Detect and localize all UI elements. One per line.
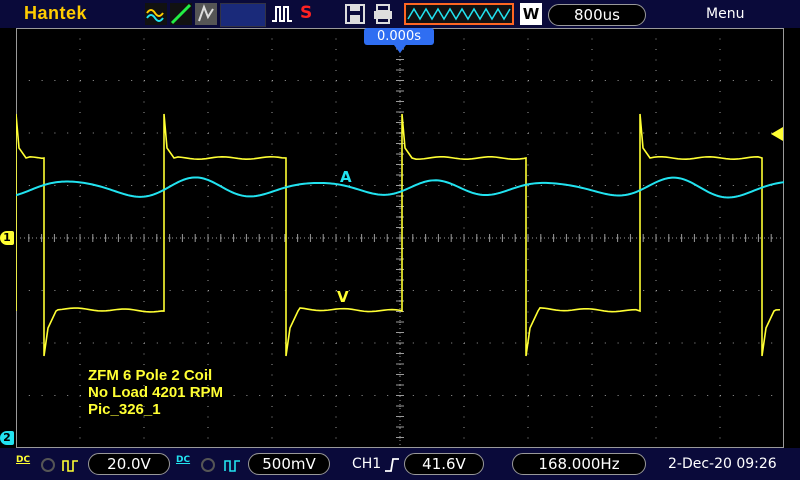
annotation-note: ZFM 6 Pole 2 Coil No Load 4201 RPM Pic_3… bbox=[88, 367, 223, 418]
frequency-readout: 168.000Hz bbox=[512, 453, 646, 475]
trigger-edge-icon[interactable] bbox=[384, 457, 400, 473]
timebase-readout[interactable]: 800us bbox=[548, 4, 646, 26]
top-toolbar: Hantek S W 800us Menu bbox=[0, 0, 800, 28]
trigger-time-readout: 0.000s bbox=[364, 28, 434, 45]
vectors-display-icon[interactable] bbox=[170, 3, 192, 25]
print-icon[interactable] bbox=[372, 3, 394, 25]
run-stop-icon[interactable]: S bbox=[300, 3, 312, 23]
trace-label-current: A bbox=[340, 168, 352, 186]
trigger-level-icon[interactable] bbox=[771, 127, 783, 141]
ch1-scale-readout[interactable]: 20.0V bbox=[88, 453, 170, 475]
ch1-bandwidth-icon[interactable] bbox=[40, 457, 56, 473]
note-line: ZFM 6 Pole 2 Coil bbox=[88, 367, 213, 384]
trigger-pulse-icon[interactable] bbox=[270, 3, 294, 25]
persist-display-icon[interactable] bbox=[195, 3, 217, 25]
trigger-source[interactable]: CH1 bbox=[352, 456, 381, 472]
trigger-level-readout[interactable]: 41.6V bbox=[404, 453, 484, 475]
display-mode-box[interactable] bbox=[220, 3, 266, 27]
ch1-invert-icon[interactable] bbox=[62, 457, 80, 473]
memory-waveform-icon bbox=[407, 7, 511, 21]
ch1-coupling[interactable]: DC bbox=[16, 455, 30, 465]
date-time: 2-Dec-20 09:26 bbox=[668, 456, 777, 472]
ch2-coupling[interactable]: DC bbox=[176, 455, 190, 465]
trace-label-voltage: V bbox=[337, 288, 349, 306]
memory-overview-bar[interactable] bbox=[404, 3, 514, 25]
bottom-status-bar: DC 20.0V DC 500mV CH1 41.6V 168.000Hz 2-… bbox=[0, 448, 800, 480]
acquire-mode-badge[interactable]: W bbox=[520, 3, 542, 25]
ch2-bandwidth-icon[interactable] bbox=[200, 457, 216, 473]
ch2-invert-icon[interactable] bbox=[224, 457, 242, 473]
note-line: Pic_326_1 bbox=[88, 401, 161, 418]
ch2-current-trace bbox=[16, 176, 784, 199]
brand-logo: Hantek bbox=[24, 3, 88, 23]
ch1-voltage-trace bbox=[16, 113, 781, 357]
ch1-ground-marker[interactable]: 1 bbox=[0, 231, 14, 245]
dots-display-icon[interactable] bbox=[145, 3, 167, 25]
ch2-scale-readout[interactable]: 500mV bbox=[248, 453, 330, 475]
save-icon[interactable] bbox=[344, 3, 366, 25]
menu-button[interactable]: Menu bbox=[706, 6, 744, 22]
ch2-ground-marker[interactable]: 2 bbox=[0, 431, 14, 445]
note-line: No Load 4201 RPM bbox=[88, 384, 224, 401]
trigger-position-icon[interactable] bbox=[394, 45, 406, 53]
